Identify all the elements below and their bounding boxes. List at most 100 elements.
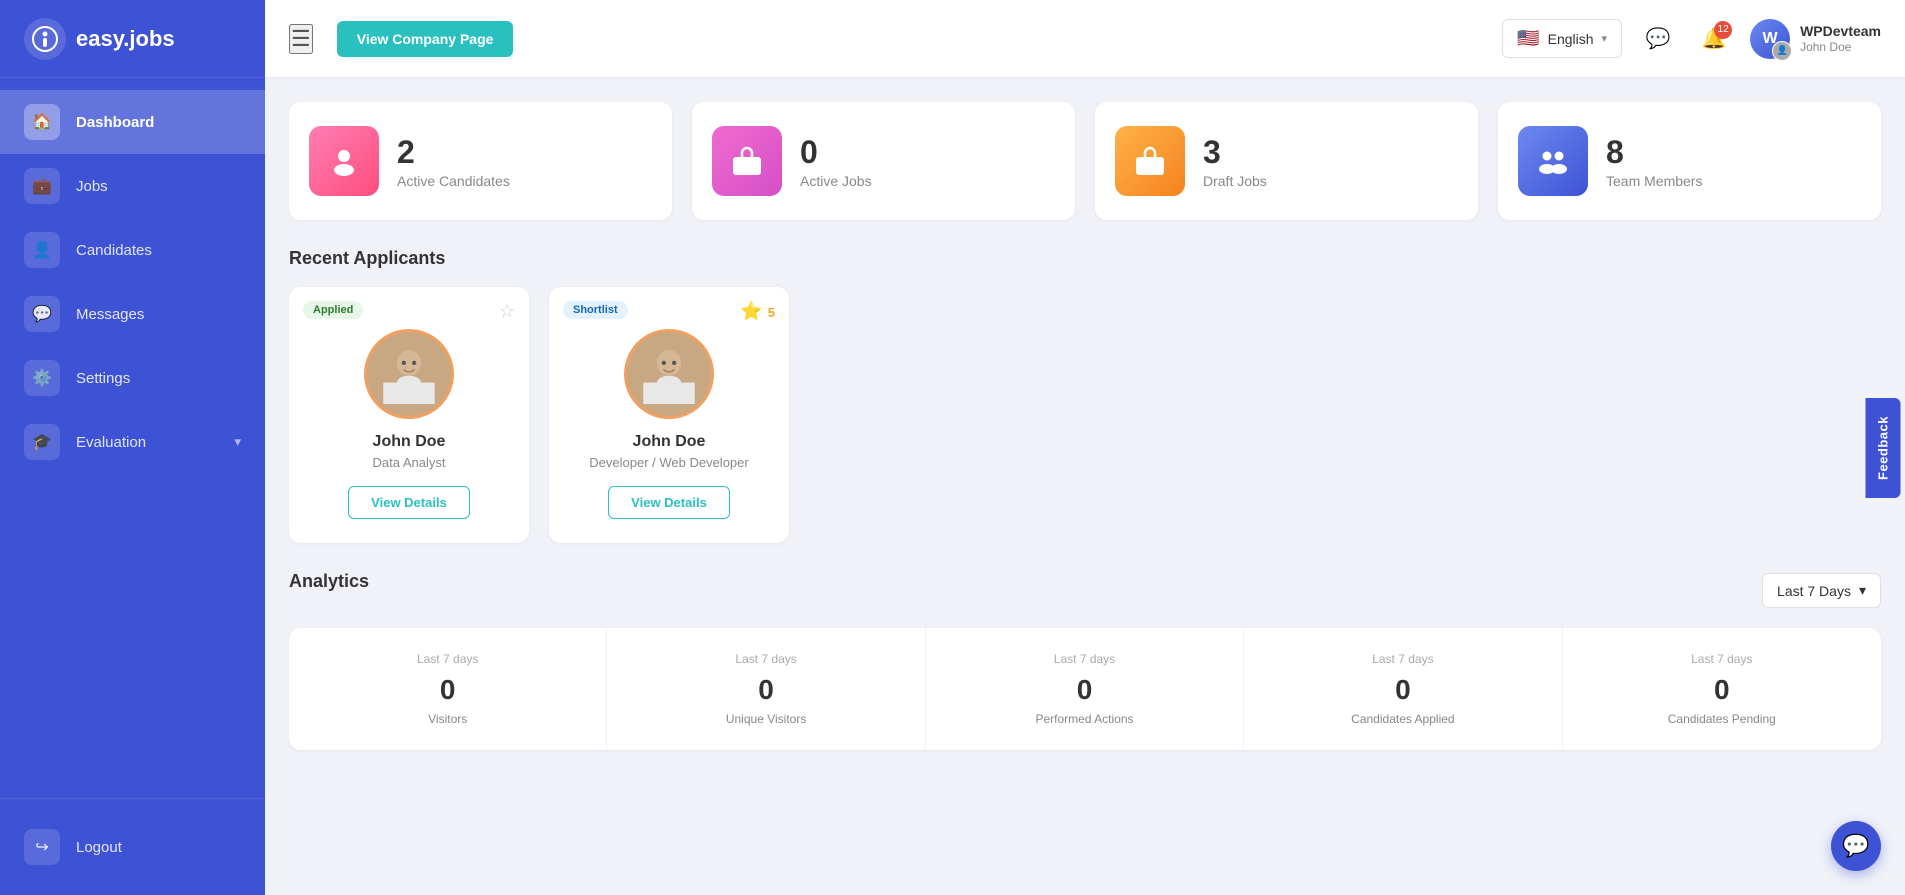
- evaluation-icon: 🎓: [24, 424, 60, 460]
- header: ☰ View Company Page 🇺🇸 English ▾ 💬 🔔 12 …: [265, 0, 1905, 78]
- sidebar-item-messages-label: Messages: [76, 306, 144, 323]
- sidebar-item-settings-label: Settings: [76, 370, 130, 387]
- candidates-applied-number: 0: [1260, 674, 1545, 706]
- analytics-header: Analytics Last 7 Days ▾: [289, 571, 1881, 610]
- candidates-icon: 👤: [24, 232, 60, 268]
- logout-label: Logout: [76, 839, 122, 856]
- logo-icon: [24, 18, 66, 60]
- applicant-badge-2: Shortlist: [563, 301, 628, 319]
- analytics-period-dropdown[interactable]: Last 7 Days ▾: [1762, 573, 1881, 608]
- visitors-number: 0: [305, 674, 590, 706]
- notifications-button[interactable]: 🔔 12: [1694, 19, 1734, 59]
- performed-actions-number: 0: [942, 674, 1227, 706]
- logo-text: easy.jobs: [76, 26, 175, 52]
- draft-jobs-icon: [1115, 126, 1185, 196]
- draft-jobs-number: 3: [1203, 134, 1267, 171]
- stat-card-team-members: 8 Team Members: [1498, 102, 1881, 220]
- applicant-star-2[interactable]: ⭐ 5: [740, 301, 775, 322]
- view-company-button[interactable]: View Company Page: [337, 21, 514, 57]
- feedback-button[interactable]: Feedback: [1866, 398, 1901, 498]
- analytics-stat-visitors: Last 7 days 0 Visitors: [289, 628, 607, 750]
- active-jobs-number: 0: [800, 134, 872, 171]
- active-candidates-icon: [309, 126, 379, 196]
- candidates-pending-period: Last 7 days: [1579, 652, 1865, 666]
- view-details-button-1[interactable]: View Details: [348, 486, 470, 519]
- analytics-stat-candidates-pending: Last 7 days 0 Candidates Pending: [1563, 628, 1881, 750]
- user-names: WPDevteam John Doe: [1800, 22, 1881, 56]
- view-details-button-2[interactable]: View Details: [608, 486, 730, 519]
- analytics-period-label: Last 7 Days: [1777, 583, 1851, 599]
- analytics-chevron-icon: ▾: [1859, 582, 1866, 599]
- stat-card-draft-jobs: 3 Draft Jobs: [1095, 102, 1478, 220]
- applicant-avatar-2: [624, 329, 714, 419]
- chat-fab-button[interactable]: 💬: [1831, 821, 1881, 871]
- applicant-name-2: John Doe: [569, 433, 769, 451]
- performed-actions-period: Last 7 days: [942, 652, 1227, 666]
- stat-info-team-members: 8 Team Members: [1606, 134, 1702, 189]
- settings-icon: ⚙️: [24, 360, 60, 396]
- active-candidates-label: Active Candidates: [397, 173, 510, 189]
- main-area: ☰ View Company Page 🇺🇸 English ▾ 💬 🔔 12 …: [265, 0, 1905, 895]
- sidebar-item-evaluation[interactable]: 🎓 Evaluation ▾: [0, 410, 265, 474]
- user-info[interactable]: W 👤 WPDevteam John Doe: [1750, 19, 1881, 59]
- stat-info-active-jobs: 0 Active Jobs: [800, 134, 872, 189]
- flag-icon: 🇺🇸: [1517, 28, 1539, 49]
- language-selector[interactable]: 🇺🇸 English ▾: [1502, 19, 1622, 58]
- team-members-number: 8: [1606, 134, 1702, 171]
- stat-info-draft-jobs: 3 Draft Jobs: [1203, 134, 1267, 189]
- lang-chevron-icon: ▾: [1602, 32, 1608, 45]
- sidebar-item-candidates[interactable]: 👤 Candidates: [0, 218, 265, 282]
- unique-visitors-period: Last 7 days: [623, 652, 908, 666]
- candidates-applied-label: Candidates Applied: [1260, 712, 1545, 726]
- analytics-title: Analytics: [289, 571, 369, 592]
- recent-applicants-title: Recent Applicants: [289, 248, 1881, 269]
- candidates-applied-period: Last 7 days: [1260, 652, 1545, 666]
- analytics-stat-unique-visitors: Last 7 days 0 Unique Visitors: [607, 628, 925, 750]
- applicant-badge-1: Applied: [303, 301, 363, 319]
- logo: easy.jobs: [0, 0, 265, 78]
- stat-card-active-jobs: 0 Active Jobs: [692, 102, 1075, 220]
- stat-card-active-candidates: 2 Active Candidates: [289, 102, 672, 220]
- chat-fab-icon: 💬: [1842, 833, 1869, 859]
- applicant-avatar-1: [364, 329, 454, 419]
- applicant-role-1: Data Analyst: [309, 455, 509, 470]
- candidates-pending-label: Candidates Pending: [1579, 712, 1865, 726]
- star-count-2: 5: [768, 305, 775, 320]
- language-label: English: [1548, 31, 1594, 47]
- sidebar-item-settings[interactable]: ⚙️ Settings: [0, 346, 265, 410]
- active-jobs-icon: [712, 126, 782, 196]
- active-candidates-number: 2: [397, 134, 510, 171]
- applicant-star-1[interactable]: ☆: [499, 301, 515, 322]
- sidebar-item-jobs-label: Jobs: [76, 178, 108, 195]
- sidebar: easy.jobs 🏠 Dashboard 💼 Jobs 👤 Candidate…: [0, 0, 265, 895]
- unique-visitors-number: 0: [623, 674, 908, 706]
- user-name: John Doe: [1800, 40, 1881, 56]
- visitors-period: Last 7 days: [305, 652, 590, 666]
- stats-grid: 2 Active Candidates 0 Active Jobs: [289, 102, 1881, 220]
- logout-button[interactable]: ↪ Logout: [24, 815, 241, 879]
- draft-jobs-label: Draft Jobs: [1203, 173, 1267, 189]
- sidebar-item-jobs[interactable]: 💼 Jobs: [0, 154, 265, 218]
- sidebar-item-candidates-label: Candidates: [76, 242, 152, 259]
- analytics-grid: Last 7 days 0 Visitors Last 7 days 0 Uni…: [289, 628, 1881, 750]
- jobs-icon: 💼: [24, 168, 60, 204]
- applicants-grid: Applied ☆ John Doe Data Analyst View: [289, 287, 1881, 543]
- sidebar-item-dashboard-label: Dashboard: [76, 114, 154, 131]
- user-company: WPDevteam: [1800, 22, 1881, 40]
- messages-icon: 💬: [24, 296, 60, 332]
- messages-icon-button[interactable]: 💬: [1638, 19, 1678, 59]
- applicant-card-2: Shortlist ⭐ 5 John Doe Developer / Web D…: [549, 287, 789, 543]
- logout-icon: ↪: [24, 829, 60, 865]
- applicant-card-1: Applied ☆ John Doe Data Analyst View: [289, 287, 529, 543]
- menu-icon[interactable]: ☰: [289, 24, 313, 54]
- user-avatar-small: 👤: [1772, 41, 1792, 61]
- sidebar-item-dashboard[interactable]: 🏠 Dashboard: [0, 90, 265, 154]
- candidates-pending-number: 0: [1579, 674, 1865, 706]
- sidebar-item-messages[interactable]: 💬 Messages: [0, 282, 265, 346]
- applicant-role-2: Developer / Web Developer: [569, 455, 769, 470]
- content-area: 2 Active Candidates 0 Active Jobs: [265, 78, 1905, 895]
- analytics-stat-candidates-applied: Last 7 days 0 Candidates Applied: [1244, 628, 1562, 750]
- team-members-label: Team Members: [1606, 173, 1702, 189]
- visitors-label: Visitors: [305, 712, 590, 726]
- logout-section: ↪ Logout: [0, 798, 265, 895]
